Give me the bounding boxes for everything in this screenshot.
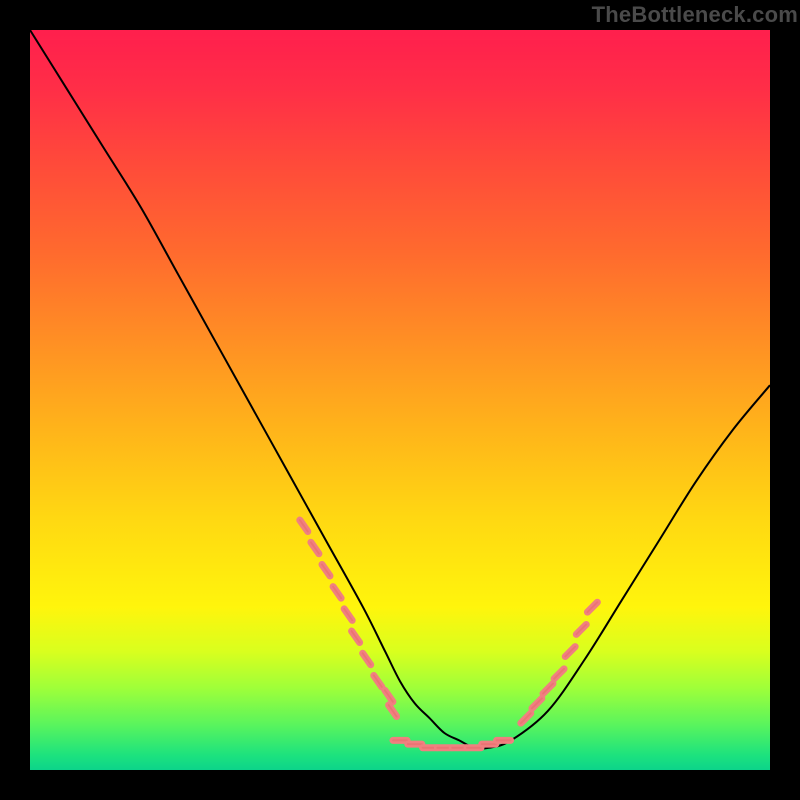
- markers-left: [300, 520, 397, 716]
- markers-floor: [393, 740, 511, 747]
- markers-right: [521, 602, 597, 723]
- watermark-text: TheBottleneck.com: [592, 2, 798, 28]
- bottleneck-curve: [30, 30, 770, 749]
- plot-area: [30, 30, 770, 770]
- curve-svg: [30, 30, 770, 770]
- chart-frame: TheBottleneck.com: [0, 0, 800, 800]
